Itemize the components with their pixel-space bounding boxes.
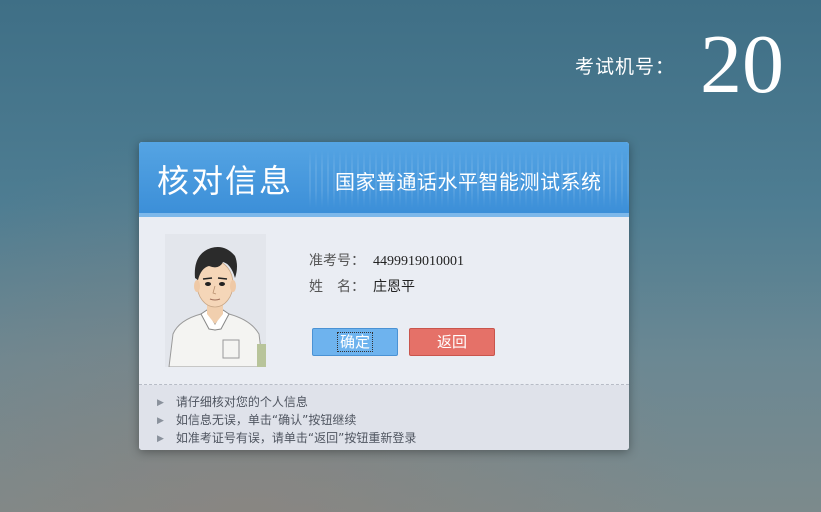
tips-panel: ▶ 请仔细核对您的个人信息 ▶ 如信息无误，单击“确认”按钮继续 ▶ 如准考证号有误，… (139, 385, 629, 450)
back-button[interactable]: 返回 (409, 328, 495, 356)
machine-label: 考试机号： (575, 56, 676, 78)
triangle-right-icon: ▶ (157, 416, 164, 426)
student-photo (165, 234, 266, 367)
tip-item: ▶ 如准考证号有误，请单击“返回”按钮重新登录 (157, 429, 416, 446)
name-row: 姓 名： 庄恩平 (309, 276, 415, 296)
card-title: 核对信息 (157, 162, 294, 200)
tip-text: 请仔细核对您的个人信息 (175, 395, 308, 409)
student-avatar-icon (165, 234, 266, 367)
name-value: 庄恩平 (373, 279, 415, 295)
confirm-button-label: 确定 (336, 332, 373, 352)
triangle-right-icon: ▶ (157, 434, 164, 444)
system-name: 国家普通话水平智能测试系统 (335, 170, 602, 194)
exam-number-value: 4499919010001 (373, 254, 464, 269)
tip-text: 如信息无误，单击“确认”按钮继续 (175, 413, 357, 427)
triangle-right-icon: ▶ (157, 398, 164, 408)
header-stripe (139, 213, 629, 217)
name-label: 姓 名： (309, 279, 365, 295)
machine-number: 20 (700, 18, 784, 111)
tip-item: ▶ 请仔细核对您的个人信息 (157, 393, 308, 410)
card-header: 核对信息 国家普通话水平智能测试系统 (139, 142, 629, 213)
exam-number-label: 准考号： (309, 253, 365, 269)
exam-number-row: 准考号： 4499919010001 (309, 250, 464, 270)
tip-item: ▶ 如信息无误，单击“确认”按钮继续 (157, 411, 356, 428)
confirm-button[interactable]: 确定 (312, 328, 398, 356)
verify-card: 核对信息 国家普通话水平智能测试系统 准考号： 4499919010001 姓 … (139, 142, 629, 450)
tip-text: 如准考证号有误，请单击“返回”按钮重新登录 (175, 431, 417, 445)
